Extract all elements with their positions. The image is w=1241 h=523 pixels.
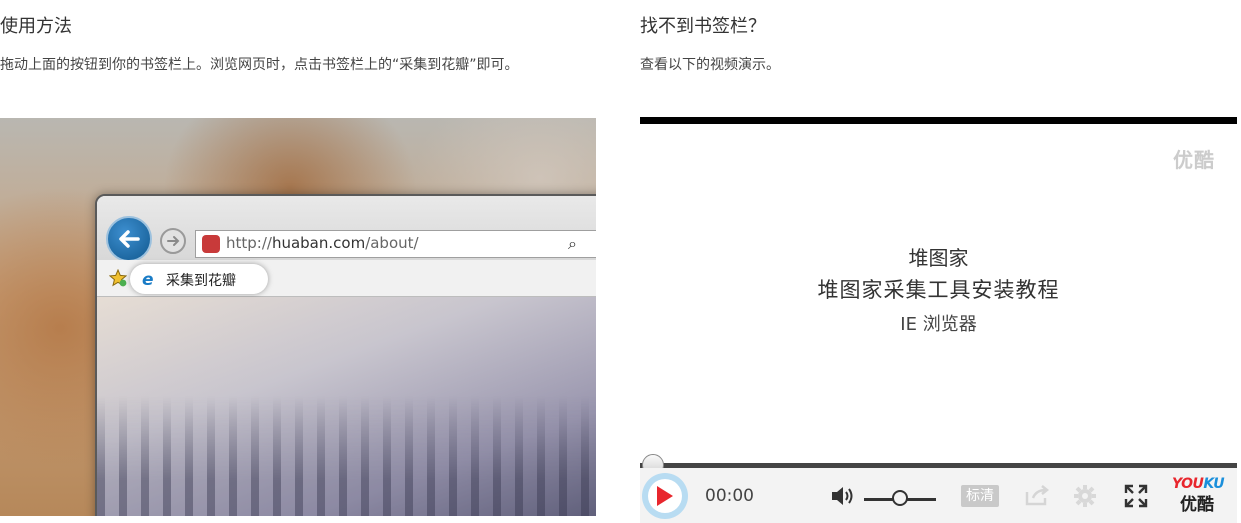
browser-page-content <box>97 297 596 516</box>
back-arrow-icon <box>106 216 152 262</box>
browser-window: http://huaban.com/about/ ⌕ e 采集到花瓣 <box>95 194 596 516</box>
quality-button[interactable]: 标清 <box>961 485 999 507</box>
gear-icon[interactable] <box>1072 483 1098 513</box>
usage-title: 使用方法 <box>0 16 72 37</box>
youku-logo[interactable]: YOUKU 优酷 <box>1172 476 1232 515</box>
bookmark-item: e 采集到花瓣 <box>130 264 268 294</box>
ie-icon: e <box>142 270 154 290</box>
volume-icon[interactable] <box>830 484 856 512</box>
volume-handle[interactable] <box>892 490 908 506</box>
forest-image <box>97 396 596 516</box>
usage-section: 使用方法 拖动上面的按钮到你的书签栏上。浏览网页时，点击书签栏上的“采集到花瓣”… <box>0 0 600 516</box>
video-title-line-2: 堆图家采集工具安装教程 <box>817 278 1060 302</box>
usage-description: 拖动上面的按钮到你的书签栏上。浏览网页时，点击书签栏上的“采集到花瓣”即可。 <box>0 57 519 73</box>
player-controls: 00:00 标清 YOUKU 优酷 <box>640 468 1237 523</box>
favorites-star-icon <box>108 268 128 291</box>
forward-arrow-icon <box>160 228 186 254</box>
site-favicon-icon <box>202 235 220 253</box>
fullscreen-icon[interactable] <box>1124 484 1148 512</box>
favorites-bar: e 采集到花瓣 <box>97 260 596 297</box>
help-description: 查看以下的视频演示。 <box>640 57 780 73</box>
video-title-line-1: 堆图家 <box>908 246 969 270</box>
play-button[interactable] <box>642 473 688 519</box>
address-bar: http://huaban.com/about/ ⌕ <box>195 230 596 258</box>
time-display: 00:00 <box>705 486 754 506</box>
video-title-line-3: IE 浏览器 <box>900 314 977 335</box>
help-section: 找不到书签栏？ 查看以下的视频演示。 优酷 堆图家 堆图家采集工具安装教程 IE… <box>640 0 1237 523</box>
address-url: http://huaban.com/about/ <box>226 234 419 252</box>
help-title: 找不到书签栏？ <box>640 16 766 37</box>
browser-screenshot: http://huaban.com/about/ ⌕ e 采集到花瓣 <box>0 118 596 516</box>
browser-nav-bar: http://huaban.com/about/ ⌕ <box>97 196 596 262</box>
play-icon <box>657 486 673 506</box>
video-player[interactable]: 优酷 堆图家 堆图家采集工具安装教程 IE 浏览器 00:00 标清 YOUKU… <box>640 117 1237 523</box>
bookmark-label: 采集到花瓣 <box>166 273 236 289</box>
youku-watermark: 优酷 <box>1173 148 1215 172</box>
search-icon: ⌕ <box>568 234 577 253</box>
share-icon[interactable] <box>1024 484 1050 510</box>
